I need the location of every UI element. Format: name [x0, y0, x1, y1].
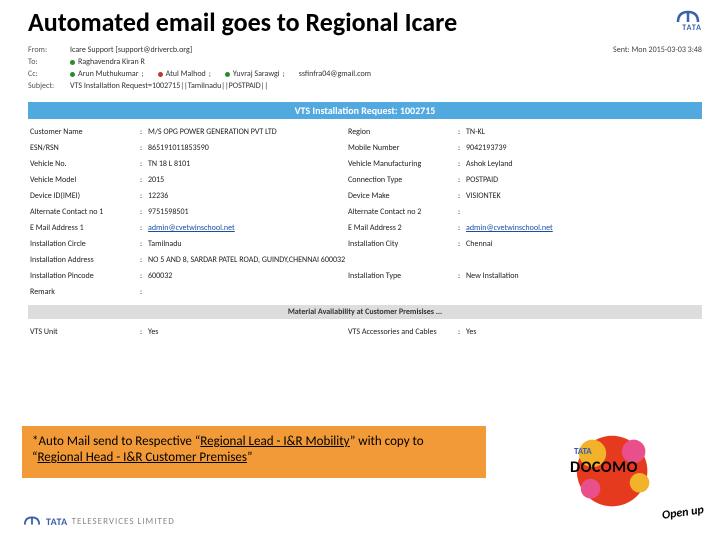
- address-label: Installation Address: [28, 255, 138, 265]
- vts-unit-value: Yes: [146, 327, 346, 337]
- region-label: Region: [346, 127, 456, 137]
- install-type-label: Installation Type: [346, 271, 456, 281]
- vehicle-no-label: Vehicle No.: [28, 159, 138, 169]
- docomo-logo: TATA DOCOMO Open up: [562, 424, 702, 522]
- email1-label: E Mail Address 1: [28, 223, 138, 233]
- email2-value: admin@cvetwinschool.net: [464, 223, 702, 233]
- sent-label: Sent:: [613, 45, 630, 55]
- pincode-label: Installation Pincode: [28, 271, 138, 281]
- callout-prefix: *Auto Mail send to Respective “: [32, 434, 200, 449]
- alt1-value: 9751598501: [146, 207, 346, 217]
- cc-value-3: Yuvraj Sarawgi;: [225, 69, 285, 79]
- from-value: Icare Support [support@drivercb.org]: [70, 45, 192, 55]
- docomo-main: DOCOMO: [570, 458, 638, 477]
- details-table: Customer Name:M/S OPG POWER GENERATION P…: [28, 127, 702, 297]
- imei-value: 12236: [146, 191, 346, 201]
- mobile-label: Mobile Number: [346, 143, 456, 153]
- circle-value: Tamilnadu: [146, 239, 346, 249]
- remark-value: [146, 287, 346, 297]
- vts-acc-value: Yes: [464, 327, 702, 337]
- device-make-label: Device Make: [346, 191, 456, 201]
- vehicle-model-label: Vehicle Model: [28, 175, 138, 185]
- email1-value: admin@cvetwinschool.net: [146, 223, 346, 233]
- vehicle-mfg-value: Ashok Leyland: [464, 159, 702, 169]
- tata-logo: TATA: [672, 10, 702, 32]
- esn-value: 865191011853590: [146, 143, 346, 153]
- tata-logo-text: TATA: [682, 23, 702, 33]
- docomo-brand: TATA: [574, 446, 592, 457]
- callout-suffix: ”: [247, 450, 252, 465]
- city-label: Installation City: [346, 239, 456, 249]
- footer-brand: TATA: [46, 515, 68, 528]
- customer-value: M/S OPG POWER GENERATION PVT LTD: [146, 127, 346, 137]
- install-type-value: New Installation: [464, 271, 702, 281]
- cc-value-4: ssfinfra04@gmail.com: [299, 69, 371, 79]
- remark-label: Remark: [28, 287, 138, 297]
- callout-u2: Regional Head - I&R Customer Premises: [37, 450, 247, 465]
- address-value: NO 5 AND 8, SARDAR PATEL ROAD, GUINDY,CH…: [146, 255, 702, 265]
- email-panel: From: Icare Support [support@drivercb.or…: [28, 44, 702, 389]
- esn-label: ESN/RSN: [28, 143, 138, 153]
- imei-label: Device ID(IMEI): [28, 191, 138, 201]
- material-table: VTS Unit:Yes VTS Accessories and Cables:…: [28, 327, 702, 337]
- info-callout: *Auto Mail send to Respective “Regional …: [22, 426, 486, 478]
- vts-unit-label: VTS Unit: [28, 327, 138, 337]
- alt1-label: Alternate Contact no 1: [28, 207, 138, 217]
- callout-u1: Regional Lead - I&R Mobility: [200, 434, 350, 449]
- subject-value: VTS Installation Request=1002715||Tamiln…: [70, 81, 268, 91]
- cc-label: Cc:: [28, 69, 62, 79]
- page-title: Automated email goes to Regional Icare: [28, 6, 457, 38]
- cc-value-1: Arun Muthukumar;: [70, 69, 144, 79]
- circle-label: Installation Circle: [28, 239, 138, 249]
- material-section-bar: Material Availability at Customer Premis…: [28, 305, 702, 319]
- conn-type-value: POSTPAID: [464, 175, 702, 185]
- email2-label: E Mail Address 2: [346, 223, 456, 233]
- request-title-bar: VTS Installation Request: 1002715: [28, 102, 702, 119]
- to-value: Raghavendra Kiran R: [70, 57, 145, 67]
- city-value: Chennai: [464, 239, 702, 249]
- footer-logo: TATA TELESERVICES LIMITED: [22, 514, 175, 528]
- region-value: TN-KL: [464, 127, 702, 137]
- cc-value-2: Atul Malhod;: [158, 69, 211, 79]
- vehicle-mfg-label: Vehicle Manufacturing: [346, 159, 456, 169]
- vehicle-model-value: 2015: [146, 175, 346, 185]
- conn-type-label: Connection Type: [346, 175, 456, 185]
- device-make-value: VISIONTEK: [464, 191, 702, 201]
- customer-label: Customer Name: [28, 127, 138, 137]
- mobile-value: 9042193739: [464, 143, 702, 153]
- alt2-value: [464, 207, 702, 217]
- pincode-value: 600032: [146, 271, 346, 281]
- sent-value: Mon 2015-03-03 3:48: [631, 45, 702, 55]
- vehicle-no-value: TN 18 L 8101: [146, 159, 346, 169]
- vts-acc-label: VTS Accessories and Cables: [346, 327, 456, 337]
- footer-sub: TELESERVICES LIMITED: [72, 516, 175, 527]
- subject-label: Subject:: [28, 81, 62, 91]
- from-label: From:: [28, 45, 62, 55]
- to-label: To:: [28, 57, 62, 67]
- alt2-label: Alternate Contact no 2: [346, 207, 456, 217]
